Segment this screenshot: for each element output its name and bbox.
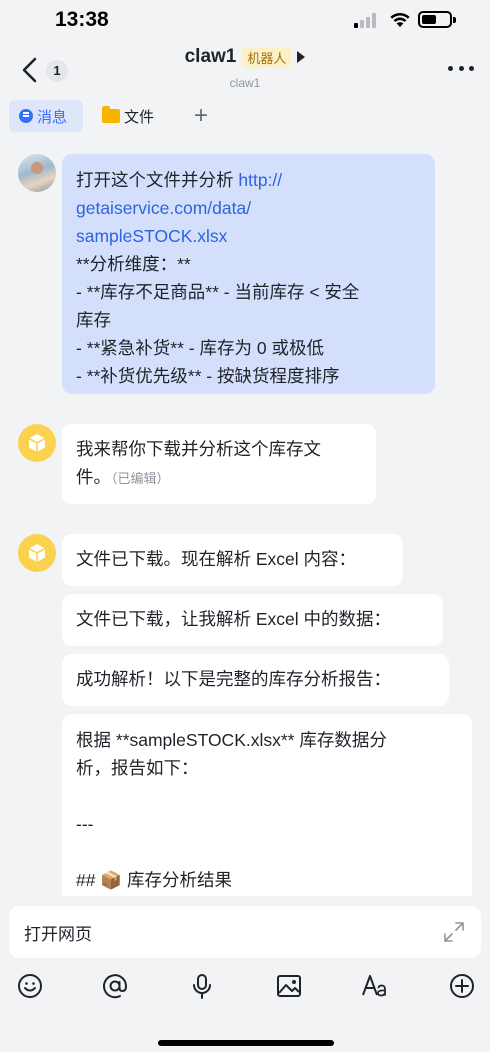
wifi-icon bbox=[390, 12, 410, 27]
bot-message-text: 文件已下载，让我解析 Excel 中的数据： bbox=[76, 609, 392, 629]
message-line: 库存 bbox=[76, 310, 111, 330]
bot-tag: 机器人 bbox=[242, 46, 292, 68]
add-tab-button[interactable]: + bbox=[190, 100, 212, 132]
cube-icon bbox=[28, 434, 46, 452]
signal-icon bbox=[354, 12, 378, 28]
tab-files[interactable]: 文件 bbox=[102, 100, 154, 132]
file-link[interactable]: http:// bbox=[238, 170, 282, 190]
message-line: - **补货优先级** - 按缺货程度排序 bbox=[76, 366, 340, 386]
bot-message-text: 文件已下载。现在解析 Excel 内容： bbox=[76, 549, 357, 569]
bot-message-bubble[interactable]: 成功解析！以下是完整的库存分析报告： bbox=[62, 654, 449, 706]
report-heading: 库存分析结果 bbox=[122, 870, 232, 890]
battery-icon bbox=[418, 11, 456, 28]
home-indicator[interactable] bbox=[158, 1040, 334, 1046]
mention-icon[interactable] bbox=[101, 972, 129, 1000]
report-bubble[interactable]: 根据 **sampleSTOCK.xlsx** 库存数据分 析，报告如下： --… bbox=[62, 714, 472, 914]
bot-message-text: 件。 bbox=[76, 467, 111, 487]
message-input-text[interactable]: 打开网页 bbox=[24, 920, 92, 945]
message-line: **分析维度：** bbox=[76, 254, 191, 274]
bot-message-bubble[interactable]: 我来帮你下载并分析这个库存文 件。（已编辑） bbox=[62, 424, 376, 504]
chat-bubble-icon bbox=[19, 109, 33, 123]
chat-title-group[interactable]: claw1 机器人 bbox=[0, 46, 490, 68]
bot-message-text: 成功解析！以下是完整的库存分析报告： bbox=[76, 669, 391, 689]
chat-title[interactable]: claw1 bbox=[185, 46, 237, 67]
bot-message-text: 我来帮你下载并分析这个库存文 bbox=[76, 439, 321, 459]
bot-message-bubble[interactable]: 文件已下载。现在解析 Excel 内容： bbox=[62, 534, 403, 586]
tab-messages[interactable]: 消息 bbox=[9, 100, 83, 132]
text-format-icon[interactable] bbox=[361, 972, 389, 1000]
bot-message-bubble[interactable]: 文件已下载，让我解析 Excel 中的数据： bbox=[62, 594, 443, 646]
report-line: 析，报告如下： bbox=[76, 758, 199, 778]
message-line: - **库存不足商品** - 当前库存 < 安全 bbox=[76, 282, 360, 302]
cube-icon bbox=[28, 544, 46, 562]
status-time: 13:38 bbox=[55, 8, 109, 31]
folder-icon bbox=[102, 106, 120, 123]
message-input[interactable]: 打开网页 bbox=[9, 906, 481, 958]
add-icon: + bbox=[193, 102, 208, 129]
report-heading-prefix: ## bbox=[76, 870, 101, 890]
more-icon[interactable] bbox=[448, 66, 474, 72]
bot-avatar[interactable] bbox=[18, 424, 56, 462]
file-link-part[interactable]: getaiservice.com/data/ bbox=[76, 198, 251, 218]
tab-messages-label: 消息 bbox=[37, 108, 68, 126]
chat-subtitle: claw1 bbox=[229, 76, 261, 90]
plus-circle-icon[interactable] bbox=[448, 972, 476, 1000]
file-link-part[interactable]: sampleSTOCK.xlsx bbox=[76, 226, 227, 246]
composer-toolbar bbox=[0, 972, 490, 1004]
microphone-icon[interactable] bbox=[188, 972, 216, 1000]
chat-tabs: 消息 文件 + bbox=[0, 100, 490, 134]
tab-files-label: 文件 bbox=[124, 108, 155, 126]
user-message-bubble[interactable]: 打开这个文件并分析 http:// getaiservice.com/data/… bbox=[62, 154, 435, 394]
bot-avatar[interactable] bbox=[18, 534, 56, 572]
status-bar: 13:38 bbox=[0, 0, 490, 40]
message-line: - **紧急补货** - 库存为 0 或极低 bbox=[76, 338, 324, 358]
report-line: 根据 **sampleSTOCK.xlsx** 库存数据分 bbox=[76, 730, 387, 750]
image-icon[interactable] bbox=[275, 972, 303, 1000]
edited-label: （已编辑） bbox=[111, 471, 170, 486]
package-icon: 📦 bbox=[100, 870, 123, 890]
user-message-text: 打开这个文件并分析 bbox=[76, 170, 239, 190]
user-avatar[interactable] bbox=[18, 154, 56, 192]
composer: 打开网页 bbox=[0, 896, 490, 1052]
emoji-icon[interactable] bbox=[16, 972, 44, 1000]
report-separator: --- bbox=[76, 814, 94, 834]
title-arrow-icon[interactable] bbox=[297, 51, 306, 63]
chat-header: 1 claw1 机器人 claw1 bbox=[0, 40, 490, 100]
expand-icon[interactable] bbox=[443, 921, 465, 943]
